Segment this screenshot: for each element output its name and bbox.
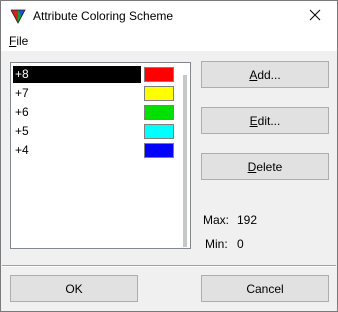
window-title: Attribute Coloring Scheme (33, 9, 174, 23)
menu-file[interactable]: File (9, 34, 28, 48)
color-swatch (144, 86, 174, 101)
list-item[interactable]: +4 (13, 142, 174, 159)
cancel-button-label: Cancel (246, 281, 284, 296)
list-item[interactable]: +7 (13, 85, 174, 102)
close-icon (309, 9, 321, 24)
list-item-label: +8 (15, 67, 29, 81)
min-value: 0 (237, 237, 244, 251)
close-button[interactable] (293, 1, 337, 31)
list-item-label: +6 (15, 105, 29, 119)
cancel-button[interactable]: Cancel (201, 275, 329, 302)
add-button[interactable]: Add... (201, 61, 329, 88)
delete-button-label: Delete (247, 159, 283, 174)
color-swatch (144, 67, 174, 82)
list-item[interactable]: +6 (13, 104, 174, 121)
color-swatch (144, 143, 174, 158)
menu-bar: File (1, 31, 337, 51)
color-triangle-icon (10, 8, 26, 24)
list-item[interactable]: +5 (13, 123, 174, 140)
ok-button[interactable]: OK (10, 275, 138, 302)
delete-button[interactable]: Delete (201, 153, 329, 180)
color-swatch (144, 124, 174, 139)
edit-button[interactable]: Edit... (201, 107, 329, 134)
max-label: Max: (203, 213, 230, 227)
list-item-label: +7 (15, 86, 29, 100)
list-item-label: +4 (15, 143, 29, 157)
min-label: Min: (205, 237, 228, 251)
list-item[interactable]: +8 (13, 66, 174, 83)
color-swatch (144, 105, 174, 120)
add-button-label: Add... (249, 67, 281, 82)
ok-button-label: OK (65, 281, 83, 296)
color-scheme-list[interactable]: +8 +7 +6 +5 +4 (10, 62, 191, 249)
list-item-label: +5 (15, 124, 29, 138)
vertical-scrollbar[interactable] (183, 75, 187, 247)
attribute-coloring-scheme-dialog: Attribute Coloring Scheme File +8 +7 +6 (0, 0, 338, 312)
title-bar: Attribute Coloring Scheme (1, 1, 337, 31)
max-value: 192 (237, 213, 258, 227)
edit-button-label: Edit... (249, 113, 281, 128)
